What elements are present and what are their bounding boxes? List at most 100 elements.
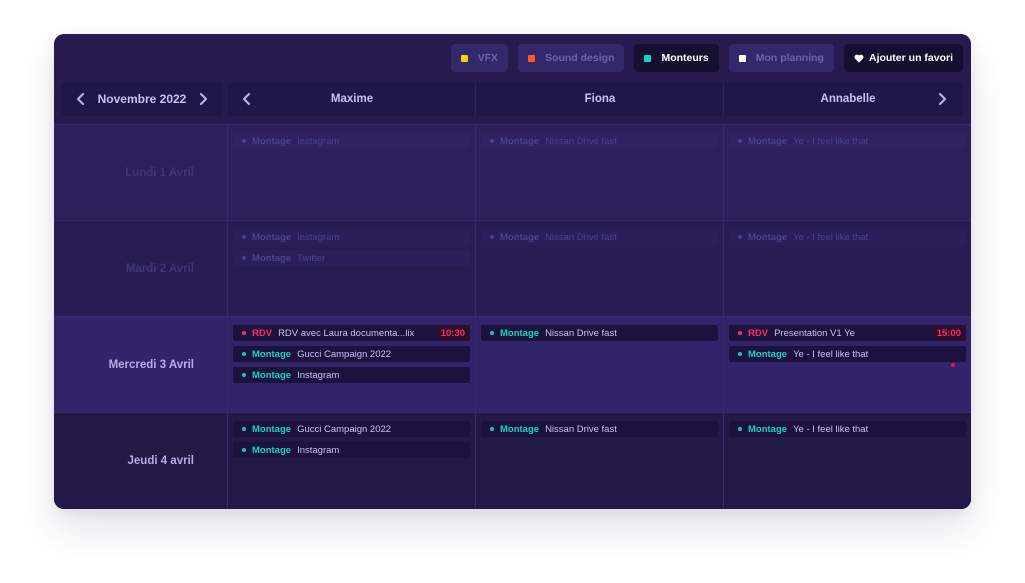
event-type: Montage bbox=[252, 444, 292, 456]
event-title: RDV avec Laura documenta...lix bbox=[278, 327, 415, 339]
montage-event[interactable]: Montage Ye - I feel like that bbox=[729, 229, 966, 245]
montage-event[interactable]: Montage Instagram bbox=[233, 133, 470, 149]
event-dot-icon bbox=[242, 256, 246, 260]
day-cell[interactable]: Montage Nissan Drive fast bbox=[481, 421, 718, 442]
event-type: Montage bbox=[500, 423, 540, 435]
event-type: Montage bbox=[748, 423, 788, 435]
event-title: Instagram bbox=[297, 369, 340, 381]
event-dot-icon bbox=[242, 427, 246, 431]
event-type: Montage bbox=[500, 327, 540, 339]
person-header-fiona: Fiona bbox=[584, 93, 616, 105]
event-title: Instagram bbox=[297, 444, 340, 456]
montage-event[interactable]: Montage Ye - I feel like that bbox=[729, 346, 966, 362]
event-title: Twitter bbox=[297, 252, 326, 264]
event-dot-icon bbox=[490, 331, 494, 335]
montage-event[interactable]: Montage Nissan Drive fast bbox=[481, 421, 718, 437]
column-divider bbox=[227, 124, 228, 509]
event-type: Montage bbox=[252, 252, 292, 264]
event-dot-icon bbox=[490, 427, 494, 431]
event-dot-icon bbox=[242, 352, 246, 356]
day-cell[interactable]: Montage Ye - I feel like that bbox=[729, 133, 966, 154]
montage-event[interactable]: Montage Instagram bbox=[233, 442, 470, 458]
day-row: Lundi 1 Avril Montage Instagram Montage Niss… bbox=[54, 124, 971, 220]
person-header-maxime: Maxime bbox=[330, 93, 374, 105]
day-cell[interactable]: Montage Nissan Drive fast bbox=[481, 229, 718, 250]
next-month-chevron-icon[interactable] bbox=[196, 92, 210, 106]
people-header: Maxime Fiona Annabelle bbox=[228, 82, 963, 116]
column-divider bbox=[723, 124, 724, 509]
event-type: Montage bbox=[252, 135, 292, 147]
event-time: 10:30 bbox=[435, 325, 470, 341]
event-type: Montage bbox=[252, 348, 292, 360]
event-type: Montage bbox=[500, 231, 540, 243]
montage-event[interactable]: Montage Nissan Drive fast bbox=[481, 133, 718, 149]
add-favorite-button[interactable]: Ajouter un favori bbox=[843, 44, 963, 72]
day-row: Jeudi 4 avril Montage Gucci Campaign 2022 M… bbox=[54, 412, 971, 509]
sound-design-color-icon bbox=[528, 54, 536, 62]
event-dot-icon bbox=[738, 331, 742, 335]
day-label: Mardi 2 Avril bbox=[125, 263, 194, 275]
day-cell[interactable]: Montage Nissan Drive fast bbox=[481, 133, 718, 154]
month-navigator: Novembre 2022 bbox=[62, 82, 222, 116]
event-dot-icon bbox=[738, 139, 742, 143]
montage-event[interactable]: Montage Ye - I feel like that bbox=[729, 133, 966, 149]
event-title: Instagram bbox=[297, 231, 340, 243]
day-cell[interactable]: Montage Ye - I feel like that bbox=[729, 229, 966, 250]
montage-event[interactable]: Montage Nissan Drive fast bbox=[481, 229, 718, 245]
montage-event[interactable]: Montage Gucci Campaign 2022 bbox=[233, 421, 470, 437]
event-type: Montage bbox=[500, 135, 540, 147]
heart-icon bbox=[854, 54, 864, 63]
event-title: Presentation V1 Ye bbox=[774, 327, 855, 339]
day-cell[interactable]: Montage Gucci Campaign 2022 Montage Instagr… bbox=[233, 421, 470, 463]
event-title: Ye - I feel like that bbox=[793, 231, 869, 243]
montage-event[interactable]: Montage Nissan Drive fast bbox=[481, 325, 718, 341]
day-cell[interactable]: Montage Ye - I feel like that bbox=[729, 421, 966, 442]
event-title: Nissan Drive fast bbox=[545, 423, 617, 435]
filter-label: Monteurs bbox=[661, 52, 709, 64]
event-dot-icon bbox=[242, 331, 246, 335]
monteurs-color-icon bbox=[644, 54, 652, 62]
filter-vfx[interactable]: VFX bbox=[450, 44, 509, 72]
day-cell[interactable]: Montage Instagram bbox=[233, 133, 470, 154]
filter-bar: VFX Sound design Monteurs Mon planning A… bbox=[450, 44, 963, 72]
day-row: Mardi 2 Avril Montage Instagram Montage Twit… bbox=[54, 220, 971, 316]
event-title: Ye - I feel like that bbox=[793, 423, 869, 435]
event-type: RDV bbox=[748, 327, 769, 339]
prev-month-chevron-icon[interactable] bbox=[74, 92, 88, 106]
rdv-event[interactable]: RDV Presentation V1 Ye 15:00 bbox=[729, 325, 966, 341]
event-title: Gucci Campaign 2022 bbox=[297, 348, 392, 360]
day-label: Lundi 1 Avril bbox=[125, 167, 194, 179]
day-cell[interactable]: Montage Instagram Montage Twitter bbox=[233, 229, 470, 271]
rdv-event[interactable]: RDV RDV avec Laura documenta...lix 10:30 bbox=[233, 325, 470, 341]
planning-panel: VFX Sound design Monteurs Mon planning A… bbox=[54, 34, 971, 509]
montage-event[interactable]: Montage Ye - I feel like that bbox=[729, 421, 966, 437]
month-label: Novembre 2022 bbox=[97, 92, 187, 106]
event-dot-icon bbox=[242, 139, 246, 143]
event-dot-icon bbox=[738, 427, 742, 431]
montage-event[interactable]: Montage Instagram bbox=[233, 229, 470, 245]
next-people-chevron-icon[interactable] bbox=[935, 92, 949, 106]
event-type: Montage bbox=[748, 135, 788, 147]
event-type: Montage bbox=[252, 423, 292, 435]
event-dot-icon bbox=[242, 448, 246, 452]
event-dot-icon bbox=[738, 235, 742, 239]
filter-monteurs[interactable]: Monteurs bbox=[634, 44, 719, 72]
event-type: Montage bbox=[748, 348, 788, 360]
event-dot-icon bbox=[242, 235, 246, 239]
filter-sound-design[interactable]: Sound design bbox=[518, 44, 625, 72]
montage-event[interactable]: Montage Gucci Campaign 2022 bbox=[233, 346, 470, 362]
filter-mon-planning[interactable]: Mon planning bbox=[728, 44, 834, 72]
montage-event[interactable]: Montage Instagram bbox=[233, 367, 470, 383]
event-type: RDV bbox=[252, 327, 273, 339]
event-title: Nissan Drive fast bbox=[545, 135, 617, 147]
montage-event[interactable]: Montage Twitter bbox=[233, 250, 470, 266]
event-dot-icon bbox=[490, 139, 494, 143]
event-dot-icon bbox=[738, 352, 742, 356]
event-time: 15:00 bbox=[931, 325, 966, 341]
day-cell[interactable]: Montage Nissan Drive fast bbox=[481, 325, 718, 346]
filter-label: Sound design bbox=[545, 52, 615, 64]
day-cell[interactable]: RDV Presentation V1 Ye 15:00 Montage Ye - I … bbox=[729, 325, 966, 367]
event-title: Nissan Drive fast bbox=[545, 327, 617, 339]
event-type: Montage bbox=[252, 369, 292, 381]
day-cell[interactable]: RDV RDV avec Laura documenta...lix 10:30 Mo… bbox=[233, 325, 470, 388]
